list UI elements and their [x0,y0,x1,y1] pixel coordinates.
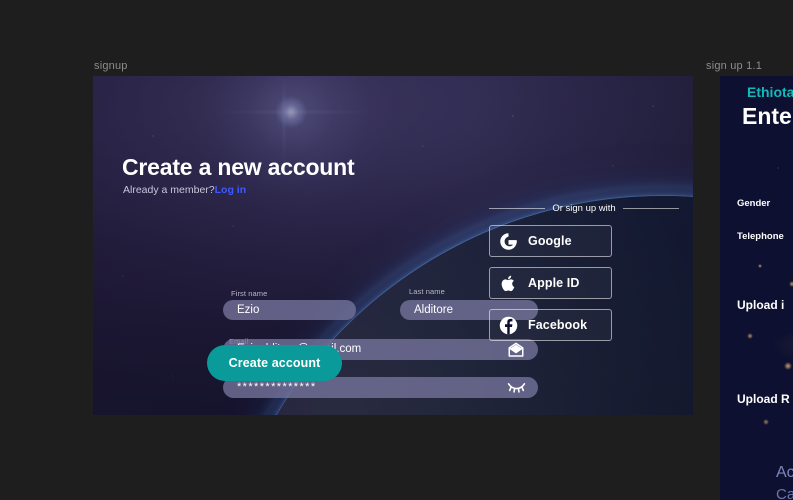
facebook-label: Facebook [528,318,588,332]
create-account-button[interactable]: Create account [207,345,342,381]
divider-line-left [489,207,546,209]
upload-image-label: Upload i [737,298,785,312]
facebook-icon [499,316,518,334]
login-link[interactable]: Log in [215,184,247,196]
signup2-footer-line-2: Ca [776,486,793,500]
signup2-footer-line-1: Ac [776,464,793,481]
apple-signup-button[interactable]: Apple ID [489,267,612,299]
signup2-content: Ethiotale Enter Gender Telephone Upload … [720,76,793,500]
page-title: Create a new account [122,154,355,180]
member-prompt: Already a member?Log in [123,184,246,196]
signup-1-1-card: Ethiotale Enter Gender Telephone Upload … [720,76,793,500]
apple-icon [501,275,515,291]
facebook-signup-button[interactable]: Facebook [489,309,612,341]
telephone-label: Telephone [737,231,784,242]
google-label: Google [528,234,572,248]
google-signup-button[interactable]: Google [489,225,612,257]
frame-label-signup[interactable]: signup [94,60,128,72]
envelope-icon[interactable] [507,341,525,359]
first-name-input[interactable] [223,300,356,320]
brand-name: Ethiotale [747,84,793,100]
google-icon [500,232,517,250]
signup-content: Create a new account Already a member?Lo… [93,76,693,415]
canvas-root: signup sign up 1.1 Create a new account … [0,0,793,500]
first-name-label: First name [231,289,268,298]
frame-label-signup-1-1[interactable]: sign up 1.1 [706,60,762,72]
apple-label: Apple ID [528,276,580,290]
last-name-label: Last name [409,287,445,296]
social-signup-column: Or sign up with Google Apple ID Facebook [489,201,679,341]
social-divider: Or sign up with [489,201,679,215]
gender-label: Gender [737,198,771,209]
signup2-title: Enter [742,103,793,129]
signup-card: Create a new account Already a member?Lo… [93,76,693,415]
member-prompt-text: Already a member? [123,184,215,196]
divider-label: Or sign up with [552,202,616,214]
divider-line-right [622,207,679,209]
upload-resume-label: Upload R [737,392,790,406]
eye-off-icon[interactable] [507,380,526,394]
